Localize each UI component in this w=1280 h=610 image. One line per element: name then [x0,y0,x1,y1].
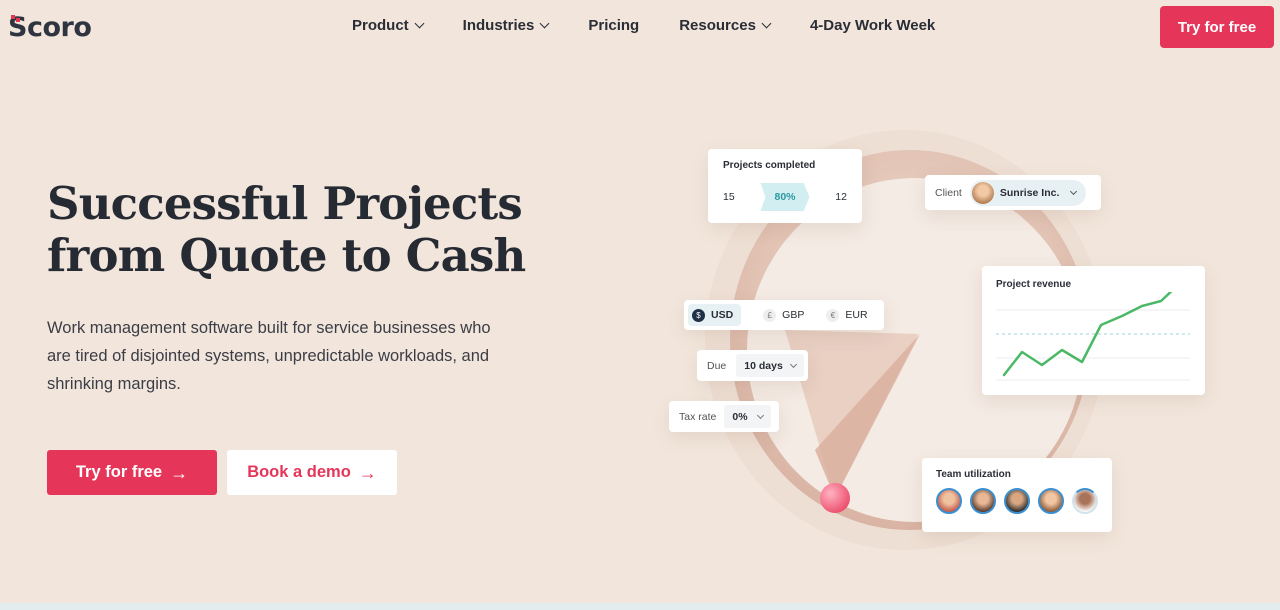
menu-item-label: Pricing [588,17,640,34]
currency-label: GBP [782,309,805,321]
team-utilization-card: Team utilization [922,458,1112,532]
currency-switcher: $ USD £ GBP € EUR [684,300,884,330]
menu-item-label: Product [352,17,409,34]
projects-left-value: 15 [723,191,735,203]
section-divider [0,603,1280,610]
button-label: Try for free [75,463,163,481]
due-label: Due [707,359,727,372]
main-menu: Product Industries Pricing Resources 4-D… [352,17,935,34]
client-avatar [971,181,994,204]
team-member-avatar[interactable] [936,488,962,514]
due-value: 10 days [744,359,783,372]
headline-line-2: from Quote to Cash [47,229,526,282]
tax-rate-field: Tax rate 0% [669,401,779,432]
team-member-avatar[interactable] [1038,488,1064,514]
menu-item-product[interactable]: Product [352,17,425,34]
chevron-down-icon [756,411,764,419]
card-title: Projects completed [723,160,816,171]
chevron-down-icon [414,18,425,29]
menu-item-industries[interactable]: Industries [462,17,550,34]
menu-item-label: 4-Day Work Week [809,17,936,34]
menu-item-pricing[interactable]: Pricing [588,17,639,34]
button-label: Book a demo [247,463,351,481]
logo-text: Scoro [8,11,92,43]
pound-icon: £ [763,308,777,322]
due-field: Due 10 days [697,350,808,381]
currency-gbp[interactable]: £ GBP [763,308,805,322]
team-member-avatar[interactable] [970,488,996,514]
team-member-avatar[interactable] [1072,488,1098,514]
revenue-line-chart [996,292,1190,381]
currency-label: USD [711,309,734,321]
dollar-icon: $ [692,308,705,322]
menu-item-label: Industries [462,17,535,34]
projects-completed-card: Projects completed 15 80% 12 [708,149,862,223]
tax-rate-value: 0% [732,410,748,423]
chevron-down-icon [1070,187,1078,195]
arrow-right-icon: → [358,462,377,483]
euro-icon: € [826,308,840,322]
scoro-logo[interactable]: Scoro [8,11,92,43]
card-title: Project revenue [996,279,1072,290]
hero-headline: Successful Projects from Quote to Cash [47,178,567,282]
headline-line-1: Successful Projects [47,177,523,230]
projects-right-value: 12 [835,191,847,203]
team-avatars [936,488,1098,514]
pink-ball [820,483,850,513]
tax-rate-select[interactable]: 0% [724,405,771,428]
client-card: Client Sunrise Inc. [925,175,1101,210]
top-navigation: Scoro Product Industries Pricing Resourc… [0,0,1280,56]
hero-illustration: Projects completed 15 80% 12 Client Sunr… [640,110,1280,570]
try-for-free-button[interactable]: Try for free → [47,450,217,495]
team-member-avatar[interactable] [1004,488,1030,514]
chevron-down-icon [789,360,797,368]
completion-percent-badge: 80% [760,183,810,211]
menu-item-label: Resources [679,17,756,34]
book-a-demo-button[interactable]: Book a demo → [227,450,397,495]
tax-rate-label: Tax rate [679,410,717,423]
client-label: Client [935,186,962,199]
due-select[interactable]: 10 days [736,354,804,377]
card-title: Team utilization [936,469,1011,480]
chevron-down-icon [761,18,772,29]
menu-item-4-day-work-week[interactable]: 4-Day Work Week [810,17,935,34]
menu-item-resources[interactable]: Resources [679,17,772,34]
logo-mark-icon [11,15,20,24]
nav-try-for-free-button[interactable]: Try for free [1160,6,1274,48]
client-select[interactable]: Sunrise Inc. [969,179,1087,206]
chevron-down-icon [539,18,550,29]
currency-label: EUR [845,309,868,321]
project-revenue-card: Project revenue [982,266,1205,395]
currency-eur[interactable]: € EUR [826,308,868,322]
arrow-right-icon: → [170,462,189,483]
client-value: Sunrise Inc. [999,186,1060,199]
currency-usd[interactable]: $ USD [688,304,742,326]
hero-subtext: Work management software built for servi… [47,319,491,393]
